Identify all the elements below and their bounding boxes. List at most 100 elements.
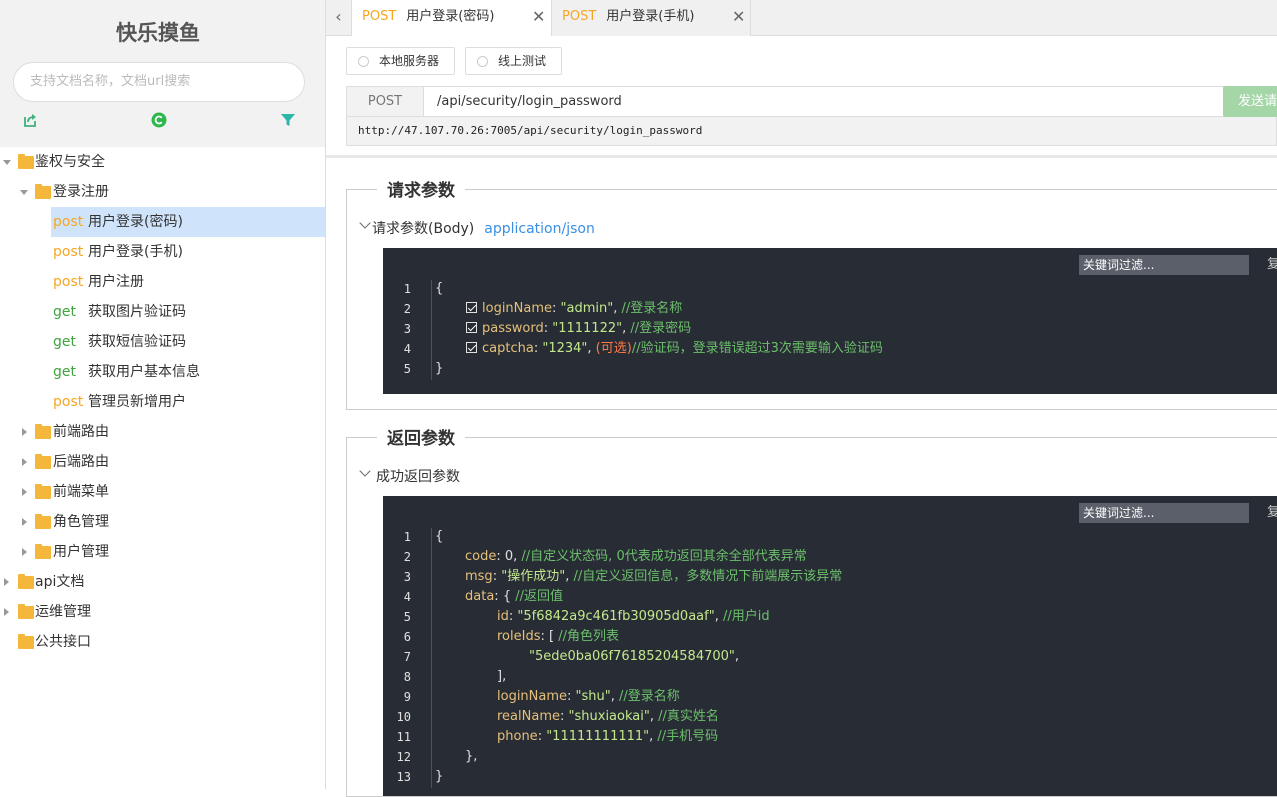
- tree-item-user-info[interactable]: get 获取用户基本信息: [51, 357, 325, 387]
- content-type[interactable]: application/json: [484, 221, 595, 237]
- response-code-editor: 关键词过滤... 复 1 2 3 4 5 6 7 8 9 10 11 12 13…: [383, 496, 1277, 796]
- tab-login-phone[interactable]: POST 用户登录(手机) ✕: [552, 0, 751, 36]
- tree-folder-frontend-menu[interactable]: 前端菜单: [0, 477, 325, 507]
- code-line: {: [435, 281, 444, 296]
- code-line-real-name: realName: "shuxiaokai", //真实姓名: [497, 709, 719, 724]
- line-number: 5: [403, 610, 411, 624]
- folder-icon: [18, 574, 34, 589]
- tree-folder-user-management[interactable]: 用户管理: [0, 537, 325, 567]
- filter-icon[interactable]: [280, 112, 296, 128]
- tab-label: 用户登录(密码): [406, 9, 495, 24]
- body-params-label[interactable]: 请求参数(Body) application/json: [372, 218, 595, 238]
- tree-item-register[interactable]: post 用户注册: [51, 267, 325, 297]
- tree-item-label: 前端菜单: [53, 484, 109, 500]
- tree-item-admin-add-user[interactable]: post 管理员新增用户: [51, 387, 325, 417]
- divider: [326, 155, 1277, 158]
- caret-right-icon[interactable]: [22, 458, 27, 466]
- keyword-filter-input[interactable]: 关键词过滤...: [1079, 503, 1249, 523]
- send-button[interactable]: 发送请: [1223, 86, 1277, 117]
- tree-folder-frontend-routes[interactable]: 前端路由: [0, 417, 325, 447]
- folder-icon: [35, 544, 51, 559]
- checkbox-icon[interactable]: [466, 302, 477, 313]
- line-number: 5: [403, 362, 411, 376]
- export-icon[interactable]: [22, 112, 38, 128]
- code-line-captcha: captcha: "1234", (可选)//验证码，登录错误超过3次需要输入验…: [466, 339, 883, 359]
- tree-folder-auth-security[interactable]: 鉴权与安全: [0, 147, 325, 177]
- code-line: }: [435, 769, 444, 784]
- success-response-label[interactable]: 成功返回参数: [376, 466, 460, 486]
- tab-login-password[interactable]: POST 用户登录(密码) ✕: [352, 0, 552, 36]
- tree-item-image-captcha[interactable]: get 获取图片验证码: [51, 297, 325, 327]
- url-input[interactable]: /api/security/login_password: [424, 86, 1224, 117]
- line-number: 1: [403, 530, 411, 544]
- code-line-password: password: "1111122", //登录密码: [466, 319, 691, 339]
- caret-right-icon[interactable]: [22, 488, 27, 496]
- keyword-filter-input[interactable]: 关键词过滤...: [1079, 255, 1249, 275]
- checkbox-icon[interactable]: [466, 322, 477, 333]
- close-icon[interactable]: ✕: [732, 0, 745, 34]
- method-select[interactable]: POST: [346, 86, 424, 117]
- tab-label: 用户登录(手机): [606, 9, 695, 24]
- caret-right-icon[interactable]: [4, 578, 9, 586]
- tree-folder-public-api[interactable]: 公共接口: [0, 627, 325, 657]
- response-params-legend: 返回参数: [377, 424, 465, 449]
- tree-folder-role-management[interactable]: 角色管理: [0, 507, 325, 537]
- chevron-left-icon[interactable]: ‹: [326, 0, 352, 36]
- caret-right-icon[interactable]: [22, 428, 27, 436]
- app-title: 快乐摸鱼: [116, 21, 200, 45]
- tree-folder-backend-routes[interactable]: 后端路由: [0, 447, 325, 477]
- method-tag: get: [53, 364, 76, 380]
- chevron-down-icon[interactable]: [359, 217, 371, 229]
- folder-icon: [18, 154, 34, 169]
- code-line: {: [435, 529, 444, 544]
- tree-item-label: 用户注册: [88, 274, 144, 290]
- tree-item-label: 用户管理: [53, 544, 109, 560]
- tree-item-label: 获取用户基本信息: [88, 364, 200, 380]
- code-line-msg: msg: "操作成功", //自定义返回信息，多数情况下前端展示该异常: [465, 569, 843, 584]
- caret-right-icon[interactable]: [4, 608, 9, 616]
- folder-icon: [35, 424, 51, 439]
- copy-button[interactable]: 复: [1267, 255, 1277, 275]
- line-number: 12: [396, 750, 411, 764]
- close-icon[interactable]: ✕: [532, 0, 545, 34]
- tree-folder-api-docs[interactable]: api文档: [0, 567, 325, 597]
- search-box[interactable]: [13, 62, 305, 102]
- refresh-icon[interactable]: [151, 112, 167, 128]
- tree-item-sms-code[interactable]: get 获取短信验证码: [51, 327, 325, 357]
- radio-icon[interactable]: [477, 56, 488, 67]
- sidebar: 快乐摸鱼 鉴权与安全 登录注册 po: [0, 0, 326, 789]
- tree-folder-ops[interactable]: 运维管理: [0, 597, 325, 627]
- caret-down-icon[interactable]: [20, 190, 28, 195]
- line-number: 10: [396, 710, 411, 724]
- tree-item-label: 角色管理: [53, 514, 109, 530]
- code-line: },: [465, 749, 478, 764]
- radio-icon[interactable]: [358, 56, 369, 67]
- code-line: ],: [497, 669, 507, 684]
- env-online-radio[interactable]: 线上测试: [465, 47, 562, 75]
- folder-icon: [18, 604, 34, 619]
- chevron-down-icon[interactable]: [359, 465, 371, 477]
- tree-item-label: 鉴权与安全: [35, 154, 105, 170]
- tree-folder-login-register[interactable]: 登录注册: [0, 177, 325, 207]
- indent-guide: [431, 528, 432, 788]
- env-local-radio[interactable]: 本地服务器: [346, 47, 455, 75]
- caret-down-icon[interactable]: [3, 160, 11, 165]
- tab-method: POST: [562, 9, 597, 24]
- tree-item-label: api文档: [35, 574, 85, 590]
- checkbox-icon[interactable]: [466, 342, 477, 353]
- caret-right-icon[interactable]: [22, 518, 27, 526]
- caret-right-icon[interactable]: [22, 548, 27, 556]
- tab-method: POST: [362, 9, 397, 24]
- copy-button[interactable]: 复: [1267, 503, 1277, 523]
- code-line: }: [435, 361, 444, 376]
- request-params-section: 请求参数 请求参数(Body) application/json 关键词过滤...…: [346, 176, 1277, 410]
- line-number: 3: [403, 570, 411, 584]
- folder-icon: [18, 634, 34, 649]
- line-number: 6: [403, 630, 411, 644]
- tree-item-login-password[interactable]: post 用户登录(密码): [51, 207, 325, 237]
- tree-item-login-phone[interactable]: post 用户登录(手机): [51, 237, 325, 267]
- code-line-phone: phone: "11111111111", //手机号码: [497, 729, 719, 744]
- search-input[interactable]: [30, 63, 290, 100]
- method-tag: get: [53, 304, 76, 320]
- line-numbers: 1 2 3 4 5: [383, 279, 411, 379]
